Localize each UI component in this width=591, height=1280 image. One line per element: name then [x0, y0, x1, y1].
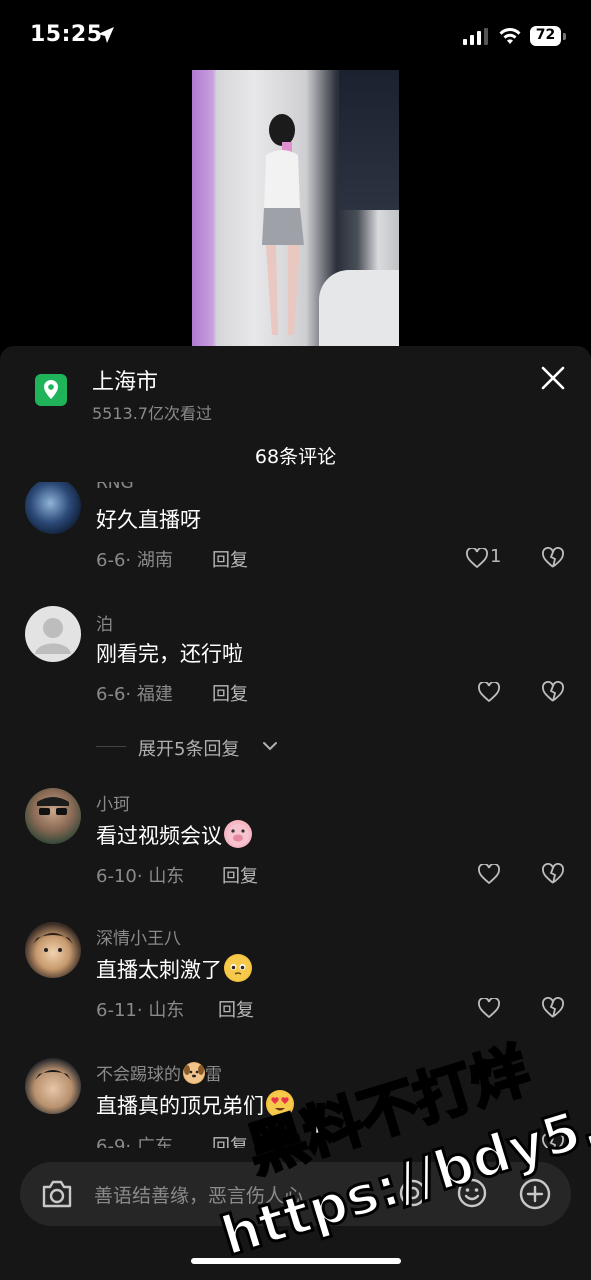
avatar[interactable] — [25, 482, 81, 534]
dog-face-icon — [183, 1062, 205, 1084]
comment-meta: 6-6· 湖南 — [96, 550, 173, 571]
video-person — [262, 114, 304, 335]
comment-username[interactable]: 泊 — [96, 610, 113, 635]
like-icon[interactable] — [478, 998, 500, 1018]
comment-text: 好久直播呀 — [96, 508, 201, 532]
cellular-signal-icon — [463, 28, 488, 45]
status-bar: 15:25 72 — [0, 0, 591, 70]
avatar[interactable] — [25, 788, 81, 844]
like-icon[interactable] — [478, 864, 500, 884]
like-icon[interactable] — [478, 682, 500, 702]
comment-username[interactable]: 小珂 — [96, 790, 130, 815]
close-icon[interactable] — [540, 365, 566, 391]
wifi-icon — [499, 28, 521, 44]
camera-icon[interactable] — [40, 1178, 74, 1210]
reply-button[interactable]: 回复 — [218, 996, 254, 1022]
dislike-icon[interactable] — [542, 547, 564, 569]
avatar[interactable] — [25, 922, 81, 978]
like-count: 1 — [490, 546, 502, 567]
avatar[interactable] — [25, 606, 81, 662]
expand-replies-button[interactable]: 展开5条回复 — [138, 735, 239, 761]
comment-meta: 6-9· 广东 — [96, 1136, 173, 1148]
battery-level: 72 — [535, 27, 556, 43]
comment-meta: 6-11· 山东 — [96, 1000, 185, 1021]
home-indicator[interactable] — [191, 1258, 401, 1264]
like-icon[interactable] — [466, 548, 488, 568]
pleading-face-icon — [224, 954, 252, 982]
video-thumbnail[interactable] — [192, 70, 399, 346]
avatar[interactable] — [25, 1058, 81, 1114]
expand-divider — [96, 746, 126, 747]
dislike-icon[interactable] — [542, 681, 564, 703]
chevron-down-icon[interactable] — [262, 740, 278, 752]
add-icon[interactable] — [518, 1177, 552, 1211]
location-arrow-icon — [98, 27, 114, 43]
reply-button[interactable]: 回复 — [212, 546, 248, 572]
comment-text: 刚看完，还行啦 — [96, 642, 243, 666]
comment-text: 直播太刺激了 — [96, 954, 252, 984]
comment-username[interactable]: 不会踢球的雷 — [96, 1060, 222, 1085]
comment-count: 68条评论 — [254, 446, 337, 468]
pig-face-icon — [224, 820, 252, 848]
dislike-icon[interactable] — [542, 997, 564, 1019]
comment-username[interactable]: 深情小王八 — [96, 924, 181, 949]
screen: 15:25 72 上海市 5513.7亿次看过 68条评论 RNG 好久直播呀 … — [0, 0, 591, 1280]
dislike-icon[interactable] — [542, 863, 564, 885]
reply-button[interactable]: 回复 — [212, 1132, 248, 1148]
map-pin-icon — [35, 374, 67, 406]
comment-username[interactable]: RNG — [96, 482, 134, 493]
reply-button[interactable]: 回复 — [222, 862, 258, 888]
battery-indicator: 72 — [530, 26, 566, 46]
location-title[interactable]: 上海市 — [92, 364, 158, 396]
location-views: 5513.7亿次看过 — [92, 404, 212, 423]
status-time: 15:25 — [30, 22, 103, 47]
comment-meta: 6-6· 福建 — [96, 684, 173, 705]
reply-button[interactable]: 回复 — [212, 680, 248, 706]
comment-text: 看过视频会议 — [96, 820, 252, 850]
comment-meta: 6-10· 山东 — [96, 866, 185, 887]
